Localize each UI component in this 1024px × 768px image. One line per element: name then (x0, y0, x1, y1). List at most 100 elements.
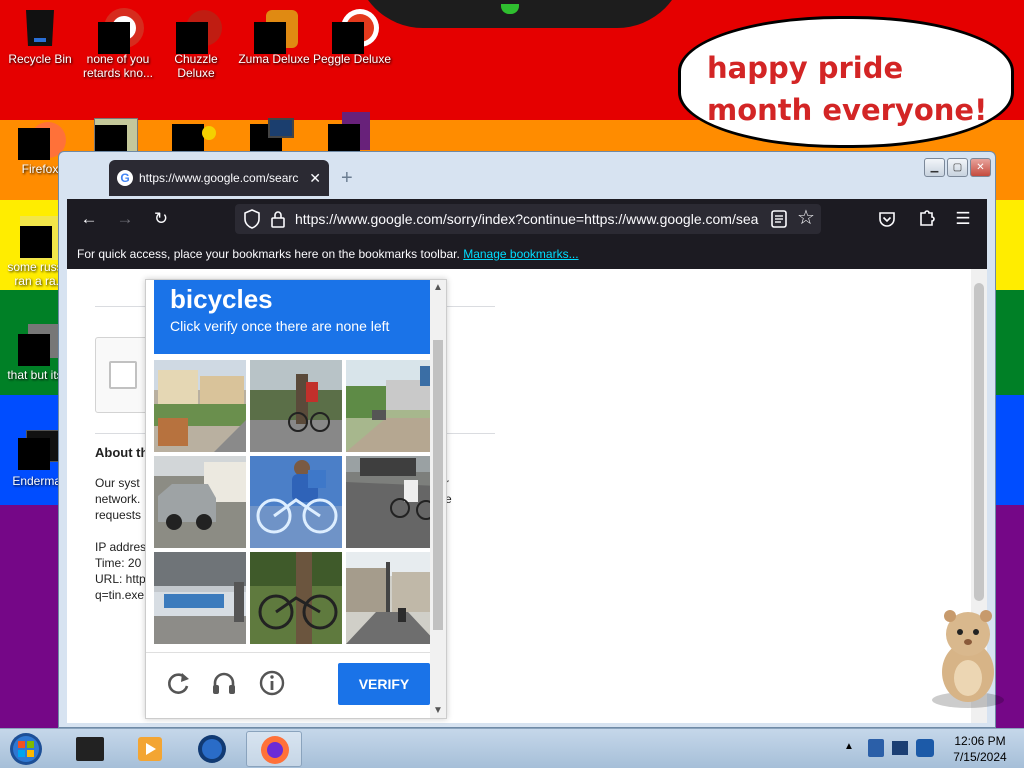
street-houses-tile[interactable] (154, 360, 246, 452)
cyclist-blue-tile[interactable] (250, 456, 342, 548)
parked-car-tile[interactable] (154, 456, 246, 548)
maximize-button[interactable]: ▢ (947, 158, 968, 177)
taskbar-terminal[interactable] (62, 731, 118, 767)
desktop-icon-visual-studio[interactable] (328, 112, 372, 156)
tray-expand-icon[interactable]: ▲ (844, 741, 854, 752)
hamster-buddy[interactable] (926, 600, 1010, 710)
window-controls: ▁ ▢ ✕ (924, 158, 991, 177)
desktop-icon-game[interactable] (172, 118, 216, 156)
desktop-icon-recycle-bin[interactable]: Recycle Bin (0, 6, 80, 66)
clock-time: 12:06 PM (954, 734, 1006, 748)
captcha-target-word: bicycles (170, 284, 273, 314)
green-light-icon (501, 4, 519, 14)
desktop: Recycle Bin none of you retards kno... C… (0, 0, 1024, 768)
body-line: network. (95, 492, 141, 506)
desktop-icon-redacted-1[interactable]: none of you retards kno... (78, 6, 158, 80)
speech-bubble-text: happy pride month everyone! (707, 51, 988, 127)
lock-icon[interactable] (271, 210, 285, 228)
zuma-icon (254, 6, 298, 54)
chuzzle-icon (176, 6, 222, 54)
address-bar[interactable]: https://www.google.com/sorry/index?conti… (235, 204, 821, 234)
extensions-icon[interactable] (915, 208, 937, 230)
captcha-scrollbar[interactable]: ▲ ▼ (430, 280, 446, 718)
bookmark-star-icon[interactable]: ☆ (795, 207, 817, 229)
desktop-icon-label: Chuzzle Deluxe (174, 52, 218, 80)
forward-arrow-icon[interactable]: → (113, 207, 137, 231)
ip-line: q=tin.exe (95, 588, 145, 602)
roadside-shop-tile[interactable] (346, 360, 438, 452)
tab-close-icon[interactable]: ✕ (309, 170, 321, 187)
back-arrow-icon[interactable]: ← (77, 207, 101, 231)
verify-button[interactable]: VERIFY (338, 663, 430, 705)
start-button[interactable] (6, 731, 46, 767)
ip-line: IP addres (95, 540, 147, 554)
cyclist-red-tile[interactable] (250, 360, 342, 452)
firefox-icon (18, 118, 66, 160)
minimize-button[interactable]: ▁ (924, 158, 945, 177)
desktop-icon-label: Peggle Deluxe (312, 52, 392, 66)
desktop-icon-zuma[interactable]: Zuma Deluxe (234, 6, 314, 66)
scrollbar-thumb[interactable] (974, 283, 984, 601)
clock[interactable]: 12:06 PM 7/15/2024 (942, 733, 1018, 765)
media-player-icon (138, 737, 162, 761)
google-favicon-icon: G (117, 170, 133, 186)
globe-icon (198, 735, 226, 763)
desktop-icon-peggle[interactable]: Peggle Deluxe (312, 6, 392, 66)
overpass-tile[interactable] (154, 552, 246, 644)
system-tray: ▲ 12:06 PM 7/15/2024 (838, 729, 1024, 768)
url-text: https://www.google.com/sorry/index?conti… (295, 211, 759, 227)
recycle-bin-icon (22, 6, 58, 46)
desktop-icon-folder[interactable] (94, 118, 138, 157)
captcha-header: bicycles Click verify once there are non… (154, 280, 430, 354)
info-icon[interactable] (258, 669, 286, 697)
hamburger-menu-icon[interactable]: ☰ (951, 207, 975, 231)
terminal-icon (76, 737, 104, 761)
tray-blue-app-icon[interactable] (916, 739, 934, 757)
captcha-scrollbar-thumb[interactable] (433, 340, 443, 630)
ip-line: Time: 20 (95, 556, 142, 570)
shield-icon[interactable] (243, 209, 261, 229)
bicycle-tree-tile[interactable] (250, 552, 342, 644)
network-icon[interactable] (892, 741, 908, 755)
tray-app-icon[interactable] (868, 739, 884, 757)
town-street-tile[interactable] (346, 552, 438, 644)
redacted-icon (18, 324, 62, 366)
taskbar-globe[interactable] (184, 731, 240, 767)
cyclist-road-tile[interactable] (346, 456, 438, 548)
peggle-icon (332, 6, 379, 54)
recaptcha-challenge: bicycles Click verify once there are non… (145, 279, 447, 719)
close-button[interactable]: ✕ (970, 158, 991, 177)
bookmarks-hint: For quick access, place your bookmarks h… (77, 247, 460, 261)
recaptcha-checkbox[interactable] (109, 361, 137, 389)
desktop-icon-label: Zuma Deluxe (238, 52, 310, 66)
firefox-icon (261, 736, 289, 764)
body-line: Our syst (95, 476, 140, 490)
browser-tab[interactable]: G https://www.google.com/searc ✕ (109, 160, 329, 196)
navigation-toolbar: ← → ↻ https://www.google.com/sorry/index… (67, 199, 987, 239)
about-heading: About th (95, 445, 149, 460)
new-tab-icon[interactable]: + (341, 167, 353, 190)
reader-view-icon[interactable] (769, 209, 789, 229)
redacted-icon (20, 216, 64, 260)
desktop-icon-label: Recycle Bin (8, 52, 72, 66)
speech-bubble: happy pride month everyone! (678, 16, 1014, 148)
reload-challenge-icon[interactable] (164, 669, 192, 697)
taskbar-firefox[interactable] (246, 731, 302, 767)
bookmarks-toolbar: For quick access, place your bookmarks h… (67, 239, 987, 269)
desktop-icon-label: none of you retards kno... (82, 52, 154, 80)
manage-bookmarks-link[interactable]: Manage bookmarks... (463, 247, 578, 261)
reload-icon[interactable]: ↻ (149, 207, 173, 231)
ip-line: URL: http (95, 572, 146, 586)
top-decoration (355, 0, 685, 28)
desktop-icon-chuzzle[interactable]: Chuzzle Deluxe (156, 6, 236, 80)
body-line: requests (95, 508, 142, 522)
scroll-up-icon[interactable]: ▲ (433, 282, 443, 293)
taskbar-media-player[interactable] (122, 731, 178, 767)
captcha-instruction: Click verify once there are none left (170, 318, 390, 334)
desktop-icon-monitor[interactable] (250, 118, 294, 156)
pocket-icon[interactable] (877, 209, 897, 229)
tab-title: https://www.google.com/searc (139, 171, 299, 185)
audio-challenge-icon[interactable] (210, 669, 238, 697)
redacted-icon (98, 6, 144, 54)
scroll-down-icon[interactable]: ▼ (433, 705, 443, 716)
